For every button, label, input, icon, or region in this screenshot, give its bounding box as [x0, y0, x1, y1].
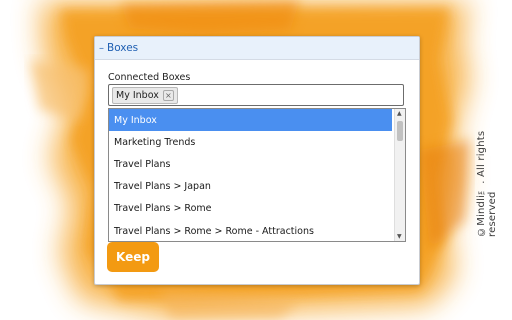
remove-tag-icon[interactable]: × — [162, 89, 174, 101]
panel-title: Boxes — [107, 42, 139, 54]
boxes-panel: – Boxes Connected Boxes My Inbox × My In… — [94, 36, 420, 285]
selected-tag: My Inbox × — [112, 86, 178, 104]
collapse-icon[interactable]: – — [99, 43, 104, 54]
dropdown-option[interactable]: Travel Plans > Japan — [109, 176, 392, 198]
boxes-dropdown-list: My Inbox Marketing Trends Travel Plans T… — [108, 108, 406, 242]
keep-button[interactable]: Keep — [107, 242, 159, 272]
dropdown-option[interactable]: Marketing Trends — [109, 131, 392, 153]
boxes-panel-header[interactable]: – Boxes — [95, 37, 419, 60]
connected-boxes-input[interactable]: My Inbox × — [108, 84, 404, 106]
tag-label: My Inbox — [116, 89, 159, 101]
connected-boxes-label: Connected Boxes — [108, 72, 191, 83]
dropdown-option[interactable]: Travel Plans — [109, 153, 392, 175]
copyright-text: ©Mindli™. All rights reserved — [476, 130, 498, 237]
dropdown-option[interactable]: Travel Plans > Rome — [109, 198, 392, 220]
scroll-up-icon[interactable]: ▲ — [397, 110, 402, 117]
dropdown-option[interactable]: My Inbox — [109, 109, 392, 132]
scrollbar-thumb[interactable] — [397, 121, 403, 141]
scroll-down-icon[interactable]: ▼ — [397, 233, 402, 240]
dropdown-option[interactable]: Travel Plans > Rome > Rome - Attractions — [109, 220, 392, 241]
dropdown-scrollbar[interactable]: ▲ ▼ — [394, 109, 405, 241]
